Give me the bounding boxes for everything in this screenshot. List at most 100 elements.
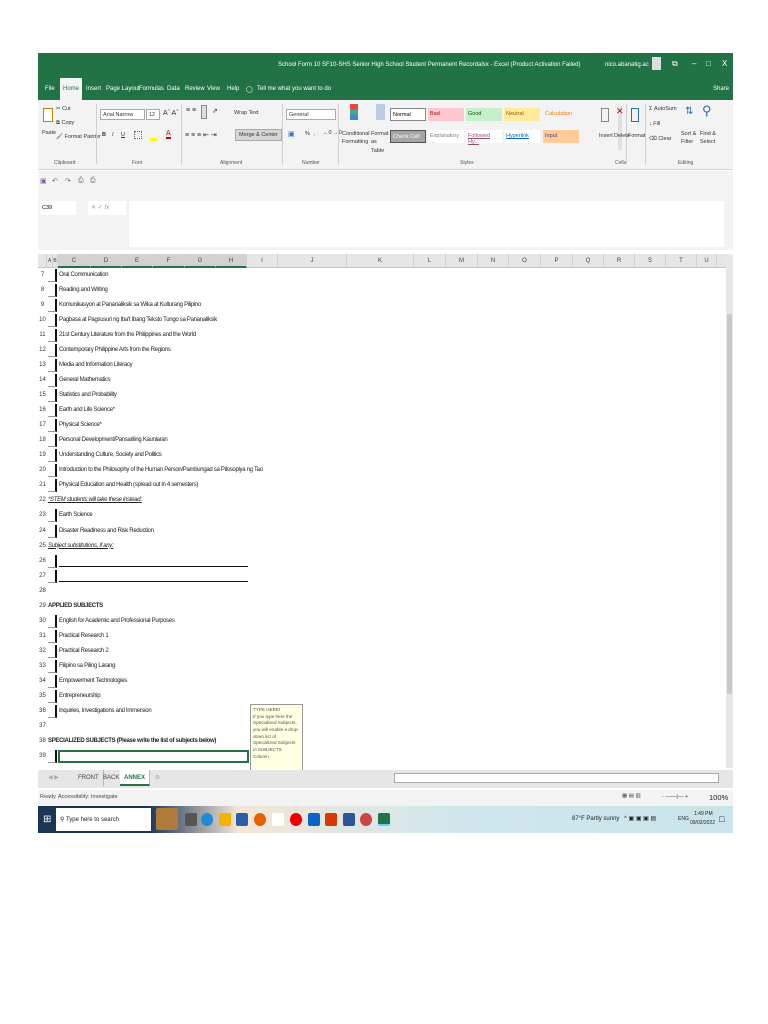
cell-style-normal[interactable]: Normal [390, 108, 426, 121]
column-header-g[interactable]: G [185, 254, 216, 268]
row-header[interactable]: 7 [38, 268, 47, 283]
row-header[interactable]: 14 [38, 373, 47, 388]
column-header-q[interactable]: Q [573, 254, 604, 268]
checkbox-cell[interactable] [48, 479, 57, 493]
checkbox-cell[interactable] [48, 644, 57, 658]
row-header[interactable]: 26 [38, 554, 47, 569]
insert-cells-button[interactable]: Insert [599, 133, 613, 139]
align-middle-icon[interactable] [201, 105, 207, 119]
checkbox-cell[interactable] [48, 419, 57, 433]
align-buttons[interactable]: ≡ ≡ ≡ ⇤ ⇥ [185, 131, 217, 139]
column-header-e[interactable]: E [122, 254, 153, 268]
sheet-tab-annex[interactable]: ANNEX [120, 770, 151, 786]
row-header[interactable]: 23 [38, 508, 47, 523]
enter-icon[interactable]: ✓ [98, 205, 103, 211]
note-text[interactable]: Subject substitutions, if any: [48, 539, 114, 554]
tab-home[interactable]: Home [60, 78, 83, 100]
tab-insert[interactable]: Insert [83, 84, 104, 94]
sort-filter-button[interactable]: Sort & Filter [681, 130, 699, 147]
row-header[interactable]: 36 [38, 704, 47, 719]
cell-style-hyperlink[interactable]: Hyperlink [504, 130, 540, 143]
cell-style-followed-hy[interactable]: Followed Hy... [466, 130, 502, 145]
undo-icon[interactable]: ↶ [52, 177, 58, 185]
cell-style-calculation[interactable]: Calculation [543, 108, 579, 121]
checkbox-cell[interactable] [48, 449, 57, 463]
cell-style-good[interactable]: Good [466, 108, 502, 121]
excel-icon[interactable] [378, 813, 390, 826]
subject-name[interactable]: Entrepreneurship [59, 689, 101, 704]
fill-button[interactable]: ↓ Fill [649, 121, 660, 127]
edge-icon[interactable] [201, 813, 213, 826]
checkbox-cell[interactable] [48, 689, 57, 703]
column-header-s[interactable]: S [635, 254, 666, 268]
subject-name[interactable]: Understanding Culture, Society and Polit… [59, 448, 162, 463]
row-header[interactable]: 15 [38, 388, 47, 403]
ribbon-display-button[interactable]: ⧉ [672, 59, 678, 69]
checkbox-cell[interactable] [48, 404, 57, 418]
name-box[interactable]: C39 [40, 201, 76, 215]
checkbox-cell[interactable] [48, 389, 57, 403]
row-header[interactable]: 29 [38, 599, 47, 614]
checkbox-cell[interactable] [48, 614, 57, 628]
grow-font-button[interactable]: Aˆ Aˇ [163, 110, 179, 117]
comma-button[interactable]: , [314, 131, 316, 137]
close-button[interactable]: X [722, 59, 727, 68]
maximize-button[interactable]: □ [706, 59, 711, 68]
chrome-icon[interactable] [360, 813, 372, 826]
checkbox-cell[interactable] [48, 284, 57, 298]
zoom-slider[interactable]: - ——|— + [662, 794, 688, 800]
cell-style-explanatory[interactable]: Explanatory ... [428, 130, 464, 145]
insert-function-button[interactable]: fx [104, 205, 109, 211]
row-header[interactable]: 33 [38, 659, 47, 674]
column-header-m[interactable]: M [446, 254, 478, 268]
cell-style-input[interactable]: Input [543, 130, 579, 143]
avatar[interactable] [652, 57, 661, 70]
column-header-r[interactable]: R [604, 254, 635, 268]
cut-button[interactable]: ✂ Cut [56, 106, 71, 112]
percent-button[interactable]: % [305, 131, 310, 137]
checkbox-cell[interactable] [48, 659, 57, 673]
firefox-icon[interactable] [254, 813, 266, 826]
subject-underline[interactable] [59, 580, 248, 582]
row-header[interactable]: 17 [38, 418, 47, 433]
share-button[interactable]: Share [710, 84, 732, 94]
row-header[interactable]: 19 [38, 448, 47, 463]
checkbox-cell[interactable] [48, 374, 57, 388]
add-sheet-button[interactable]: ⊕ [151, 770, 164, 786]
column-header-o[interactable]: O [509, 254, 541, 268]
column-header-u[interactable]: U [697, 254, 717, 268]
subject-name[interactable]: General Mathematics [59, 373, 111, 388]
task-view-icon[interactable] [185, 813, 197, 826]
section-header[interactable]: APPLIED SUBJECTS [48, 599, 103, 614]
checkbox-cell[interactable] [48, 629, 57, 643]
user-name[interactable]: nico.abanatig.ac [605, 62, 649, 68]
checkbox-cell[interactable] [48, 569, 57, 583]
row-header[interactable]: 37 [38, 719, 47, 734]
subject-name[interactable]: Oral Communication [59, 268, 109, 283]
checkbox-cell[interactable] [48, 299, 57, 313]
tab-view[interactable]: View [204, 84, 223, 94]
row-header[interactable]: 16 [38, 403, 47, 418]
borders-icon[interactable] [134, 131, 142, 139]
checkbox-cell[interactable] [48, 464, 57, 478]
row-header[interactable]: 18 [38, 433, 47, 448]
checkbox-cell[interactable] [48, 314, 57, 328]
underline-button[interactable]: U [121, 132, 125, 138]
formula-input[interactable] [129, 201, 724, 247]
word-icon[interactable] [343, 813, 355, 826]
notification-icon[interactable]: □ [719, 814, 724, 824]
row-header[interactable]: 34 [38, 674, 47, 689]
checkbox-cell[interactable] [48, 554, 57, 568]
paste-button[interactable]: Paste [42, 130, 56, 136]
row-header[interactable]: 35 [38, 689, 47, 704]
row-header[interactable]: 8 [38, 283, 47, 298]
row-header[interactable]: 39 [38, 749, 47, 764]
italic-button[interactable]: I [112, 132, 114, 138]
align-top-icon[interactable]: ≡ ≡ [186, 107, 196, 114]
subject-name[interactable]: Physical Education and Health (spread ou… [59, 478, 198, 493]
column-header-t[interactable]: T [666, 254, 697, 268]
column-header-i[interactable]: I [247, 254, 278, 268]
row-header[interactable]: 12 [38, 343, 47, 358]
font-name-select[interactable]: Arial Narrow [100, 109, 145, 120]
language-indicator[interactable]: ENG [678, 816, 689, 822]
